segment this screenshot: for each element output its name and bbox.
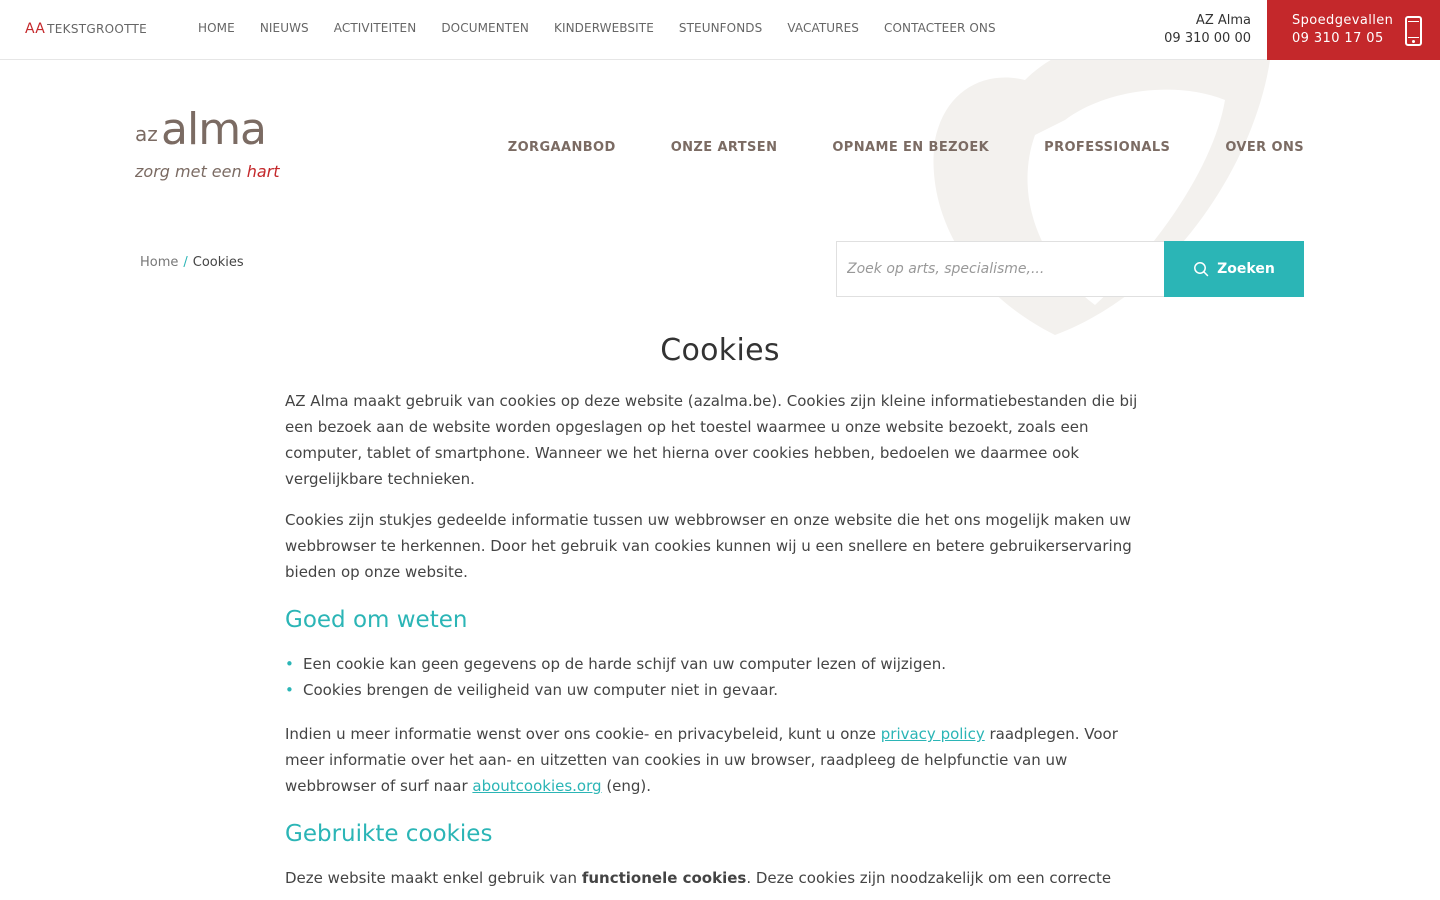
topnav-activiteiten[interactable]: ACTIVITEITEN bbox=[334, 21, 417, 35]
emergency-contact-button[interactable]: Spoedgevallen 09 310 17 05 bbox=[1267, 0, 1440, 60]
mainnav-zorgaanbod[interactable]: ZORGAANBOD bbox=[508, 140, 616, 155]
list-item: • Cookies brengen de veiligheid van uw co… bbox=[285, 677, 1155, 703]
search-button[interactable]: Zoeken bbox=[1164, 241, 1304, 297]
topnav-contacteer-ons[interactable]: CONTACTEER ONS bbox=[884, 21, 996, 35]
bullet-icon: • bbox=[285, 655, 294, 673]
topnav-nieuws[interactable]: NIEUWS bbox=[260, 21, 309, 35]
logo-prefix: az bbox=[135, 122, 158, 146]
aboutcookies-link[interactable]: aboutcookies.org bbox=[472, 777, 601, 795]
mainnav-over-ons[interactable]: OVER ONS bbox=[1225, 140, 1304, 155]
logo-tagline: zorg met een hart bbox=[135, 162, 280, 181]
facts-list: • Een cookie kan geen gegevens op de hard… bbox=[285, 651, 1155, 703]
search-icon bbox=[1194, 262, 1209, 277]
privacy-policy-link[interactable]: privacy policy bbox=[881, 725, 985, 743]
main-content: Cookies AZ Alma maakt gebruik van cookie… bbox=[285, 333, 1155, 900]
mobile-phone-icon bbox=[1405, 16, 1422, 46]
text-size-toggle[interactable]: AA TEKSTGROOTTE bbox=[25, 21, 147, 37]
used-cookies-paragraph: Deze website maakt enkel gebruik van fun… bbox=[285, 869, 1112, 887]
topnav-vacatures[interactable]: VACATURES bbox=[787, 21, 859, 35]
list-item: • Een cookie kan geen gegevens op de hard… bbox=[285, 651, 1155, 677]
more-info-paragraph: Indien u meer informatie wenst over ons … bbox=[285, 725, 1118, 795]
logo-name: alma bbox=[161, 104, 267, 155]
main-phone-contact[interactable]: AZ Alma 09 310 00 00 bbox=[1164, 12, 1251, 48]
text-size-icon: AA bbox=[25, 21, 46, 37]
mainnav-professionals[interactable]: PROFESSIONALS bbox=[1044, 140, 1170, 155]
text-size-label: TEKSTGROOTTE bbox=[47, 22, 148, 36]
explanation-paragraph: Cookies zijn stukjes gedeelde informatie… bbox=[285, 511, 1132, 581]
intro-paragraph: AZ Alma maakt gebruik van cookies op dez… bbox=[285, 392, 1138, 488]
hospital-name: AZ Alma bbox=[1195, 13, 1251, 28]
topnav-documenten[interactable]: DOCUMENTEN bbox=[441, 21, 529, 35]
az-alma-logo[interactable]: az alma zorg met een hart bbox=[135, 104, 315, 188]
mainnav-opname-en-bezoek[interactable]: OPNAME EN BEZOEK bbox=[832, 140, 989, 155]
top-bar: AA TEKSTGROOTTE HOME NIEUWS ACTIVITEITEN … bbox=[0, 0, 1440, 60]
heading-gebruikte-cookies: Gebruikte cookies bbox=[285, 821, 493, 847]
search-input[interactable] bbox=[836, 241, 1164, 297]
breadcrumb: Home / Cookies bbox=[140, 255, 244, 270]
bullet-icon: • bbox=[285, 681, 294, 699]
heading-goed-om-weten: Goed om weten bbox=[285, 607, 468, 633]
topnav-kinderwebsite[interactable]: KINDERWEBSITE bbox=[554, 21, 654, 35]
topnav-home[interactable]: HOME bbox=[198, 21, 235, 35]
hospital-phone: 09 310 00 00 bbox=[1164, 31, 1251, 46]
search-form: Zoeken bbox=[836, 241, 1304, 297]
breadcrumb-current: Cookies bbox=[192, 255, 244, 270]
search-button-label: Zoeken bbox=[1217, 261, 1275, 277]
page-title: Cookies bbox=[660, 333, 780, 368]
main-navigation: ZORGAANBOD ONZE ARTSEN OPNAME EN BEZOEK … bbox=[453, 140, 1304, 155]
top-navigation: HOME NIEUWS ACTIVITEITEN DOCUMENTEN KIND… bbox=[198, 21, 1021, 35]
topnav-steunfonds[interactable]: STEUNFONDS bbox=[679, 21, 762, 35]
breadcrumb-home[interactable]: Home bbox=[140, 255, 178, 270]
mainnav-onze-artsen[interactable]: ONZE ARTSEN bbox=[671, 140, 778, 155]
breadcrumb-separator: / bbox=[183, 255, 188, 270]
